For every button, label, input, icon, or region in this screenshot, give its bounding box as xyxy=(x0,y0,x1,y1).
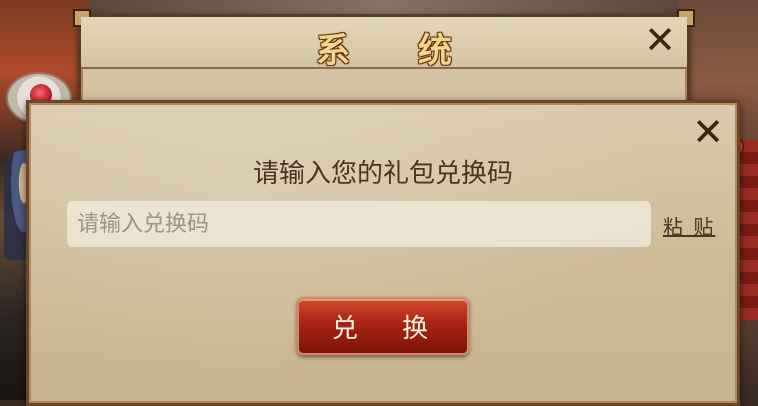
redeem-button[interactable]: 兑 换 xyxy=(297,297,469,355)
system-close-icon[interactable]: ✕ xyxy=(643,21,677,59)
background-top-strip xyxy=(85,0,685,14)
redeem-close-icon[interactable]: ✕ xyxy=(691,113,725,151)
paste-link[interactable]: 粘 贴 xyxy=(663,211,715,240)
redeem-code-input[interactable] xyxy=(67,201,651,247)
redeem-prompt: 请输入您的礼包兑换码 xyxy=(252,159,513,189)
redeem-code-dialog: ✕ 请输入您的礼包兑换码 粘 贴 兑 换 xyxy=(26,100,740,406)
system-dialog-title: 系 统 xyxy=(316,31,480,71)
system-title-band: 系 统 xyxy=(81,17,687,71)
